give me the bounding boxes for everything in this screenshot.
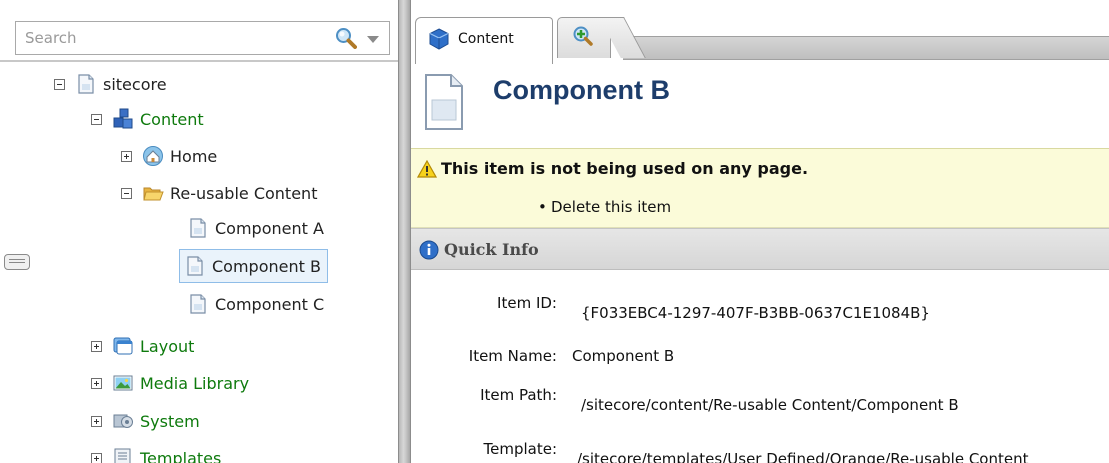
search-icon[interactable]	[335, 27, 357, 49]
tree-item-component-b[interactable]: Component B	[179, 249, 328, 283]
field-label-item-id: Item ID:	[497, 294, 557, 312]
system-icon	[113, 414, 133, 428]
tree-item-layout[interactable]: Layout	[91, 332, 194, 360]
tab-label: Content	[458, 31, 514, 47]
open-folder-icon	[143, 187, 164, 201]
content-tab-icon	[429, 28, 449, 50]
collapse-toggle-icon[interactable]	[121, 187, 132, 199]
item-title: Component B	[493, 75, 670, 105]
item-header: Component B	[411, 66, 1109, 148]
tree-item-label: Home	[170, 146, 218, 166]
expand-toggle-icon[interactable]	[91, 452, 102, 463]
tree-item-label: Component B	[212, 256, 321, 276]
document-icon	[190, 294, 206, 314]
tree-item-sitecore[interactable]: sitecore	[54, 70, 167, 98]
tree-item-reusable-content[interactable]: Re-usable Content	[121, 179, 317, 207]
field-label-item-name: Item Name:	[468, 347, 557, 365]
new-tab-button[interactable]	[557, 17, 611, 58]
search-options-dropdown-icon[interactable]	[367, 36, 379, 43]
warning-icon	[417, 160, 437, 178]
expand-toggle-icon[interactable]	[91, 377, 102, 389]
field-label-item-path: Item Path:	[480, 386, 557, 404]
tree-item-label: Templates	[140, 448, 222, 463]
warning-message: This item is not being used on any page.	[441, 159, 809, 178]
field-label-template: Template:	[483, 440, 558, 458]
document-icon	[78, 74, 94, 94]
tree-item-label: Component C	[215, 294, 325, 314]
search-input[interactable]	[16, 22, 306, 54]
tree-item-templates[interactable]: Templates	[91, 444, 221, 463]
search-new-tab-icon	[573, 26, 593, 46]
item-document-icon	[425, 74, 463, 130]
quick-info-header[interactable]: Quick Info	[411, 228, 1109, 270]
tab-content[interactable]: Content	[415, 17, 553, 64]
content-tree-panel: sitecore Content Home Re-usable Content	[0, 0, 398, 463]
collapse-panel-handle[interactable]	[4, 254, 30, 270]
tree-item-label: System	[140, 411, 200, 431]
tree-item-content[interactable]: Content	[91, 105, 204, 133]
tree-item-label: Re-usable Content	[170, 183, 318, 203]
tree-item-component-c[interactable]: Component C	[187, 290, 324, 318]
field-value-item-path: /sitecore/content/Re-usable Content/Comp…	[581, 396, 959, 414]
layout-icon	[113, 337, 133, 355]
tree-item-media-library[interactable]: Media Library	[91, 369, 249, 397]
usage-warning-box: This item is not being used on any page.…	[411, 148, 1109, 228]
tree-item-label: Content	[140, 109, 204, 129]
content-editor-panel: Content Component B This item is not bei…	[411, 0, 1109, 463]
field-value-item-id[interactable]: {F033EBC4-1297-407F-B3BB-0637C1E1084B}	[581, 304, 930, 322]
collapse-toggle-icon[interactable]	[91, 113, 102, 125]
editor-tab-strip: Content	[411, 0, 1109, 70]
templates-icon	[114, 448, 131, 463]
tree-item-system[interactable]: System	[91, 407, 200, 435]
tree-item-label: sitecore	[103, 74, 167, 94]
content-cubes-icon	[113, 108, 133, 129]
delete-item-link[interactable]: Delete this item	[538, 198, 671, 216]
quick-info-title: Quick Info	[444, 240, 539, 259]
tree-item-component-a[interactable]: Component A	[187, 214, 324, 242]
tab-track	[623, 36, 1109, 60]
expand-toggle-icon[interactable]	[121, 150, 132, 162]
expand-toggle-icon[interactable]	[91, 415, 102, 427]
panel-splitter[interactable]	[398, 0, 411, 463]
document-icon	[187, 256, 203, 276]
tree-item-home[interactable]: Home	[121, 142, 217, 170]
media-picture-icon	[113, 375, 133, 391]
document-icon	[190, 218, 206, 238]
search-box	[15, 21, 390, 55]
collapse-toggle-icon[interactable]	[54, 78, 65, 90]
field-value-item-name: Component B	[572, 347, 675, 365]
tree-item-label: Media Library	[140, 373, 250, 393]
home-icon	[143, 146, 163, 166]
tree-item-label: Component A	[215, 218, 324, 238]
panel-separator	[0, 60, 398, 62]
expand-toggle-icon[interactable]	[91, 340, 102, 352]
tree-item-label: Layout	[140, 336, 195, 356]
field-value-template[interactable]: /sitecore/templates/User Defined/Orange/…	[577, 450, 1029, 463]
info-icon	[419, 240, 439, 260]
